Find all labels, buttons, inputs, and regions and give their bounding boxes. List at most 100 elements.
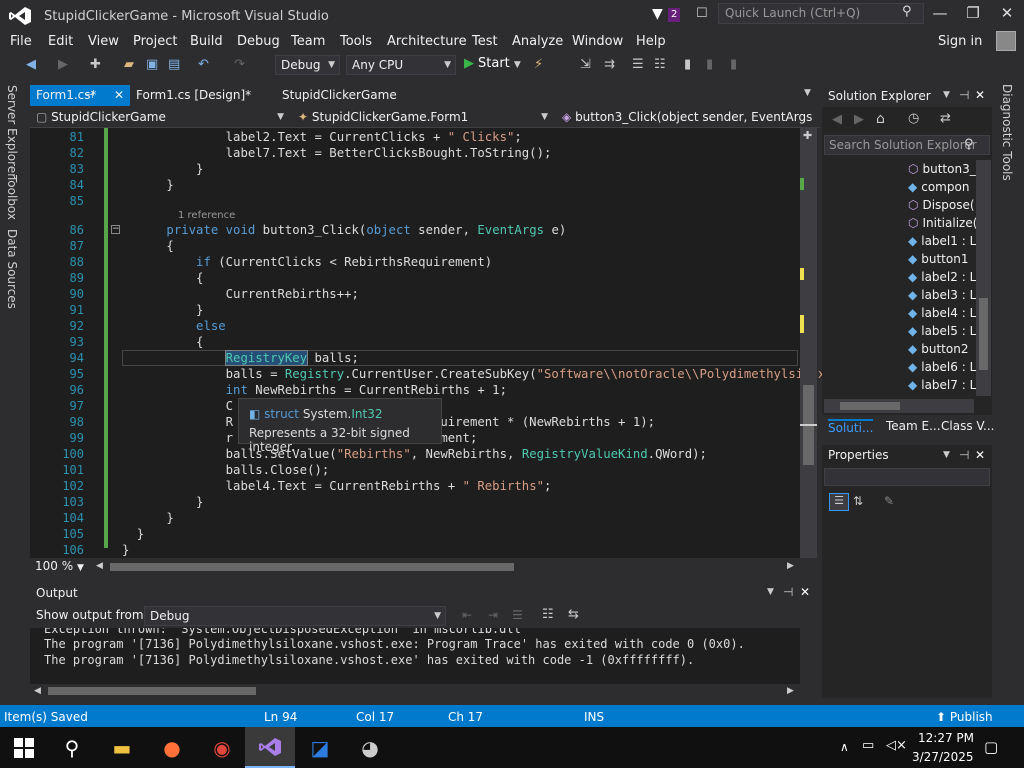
find-message-icon[interactable]: ☰	[512, 608, 523, 622]
tree-item-components[interactable]: ◆ compon	[908, 180, 976, 194]
split-editor-icon[interactable]: ✚	[803, 129, 812, 142]
new-project-icon[interactable]: ✚	[90, 57, 101, 72]
save-all-icon[interactable]: ▤	[168, 57, 180, 72]
tab-form1-cs[interactable]: Form1.cs* ⊣ ✕	[30, 85, 130, 106]
output-source-select[interactable]: Debug ▼	[144, 606, 446, 626]
codelens-references[interactable]: 1 reference	[178, 210, 235, 221]
save-icon[interactable]: ▣	[146, 57, 158, 72]
editor-horizontal-scroll-thumb[interactable]	[110, 563, 514, 571]
tree-item-label5[interactable]: ◆ label5 : L	[908, 324, 976, 338]
menu-analyze[interactable]: Analyze	[512, 34, 563, 49]
menu-architecture[interactable]: Architecture	[387, 34, 467, 49]
menu-build[interactable]: Build	[190, 34, 223, 49]
toggle-word-wrap-icon[interactable]: ⇆	[568, 607, 579, 622]
tab-solution-explorer[interactable]: Soluti...	[828, 419, 874, 435]
history-icon[interactable]: ◷	[908, 111, 919, 126]
solution-vertical-scroll-thumb[interactable]	[979, 298, 988, 370]
menu-view[interactable]: View	[88, 34, 119, 49]
outdent-icon[interactable]: ☷	[654, 57, 666, 72]
close-panel-icon[interactable]: ✕	[975, 88, 985, 102]
go-to-next-message-icon[interactable]: ⇥	[488, 608, 498, 622]
sync-icon[interactable]: ⇄	[940, 111, 951, 126]
show-hidden-icons-chevron-icon[interactable]: ∧	[840, 740, 849, 754]
file-explorer-icon[interactable]: ▬	[108, 735, 136, 761]
firefox-icon[interactable]: ●	[158, 735, 186, 761]
paint-app-icon[interactable]: ◉	[208, 735, 236, 761]
menu-team[interactable]: Team	[291, 34, 325, 49]
blueprint-app-icon[interactable]: ◪	[306, 735, 334, 761]
tree-item-label2[interactable]: ◆ label2 : L	[908, 270, 976, 284]
tab-diagnostic-tools[interactable]: Diagnostic Tools	[1000, 84, 1014, 181]
quick-launch-input[interactable]: Quick Launch (Ctrl+Q)	[718, 3, 924, 24]
tree-item-initialize[interactable]: ⬡ Initialize(	[908, 216, 976, 230]
forward-icon[interactable]: ▶	[58, 57, 68, 72]
speaker-muted-icon[interactable]: ◁×	[886, 738, 907, 753]
taskbar-clock-time[interactable]: 12:27 PM	[918, 731, 974, 745]
restore-icon[interactable]: ❐	[963, 4, 983, 22]
menu-window[interactable]: Window	[572, 34, 623, 49]
indent-icon[interactable]: ☰	[632, 57, 644, 72]
tree-item-dispose[interactable]: ⬡ Dispose(	[908, 198, 976, 212]
scroll-left-icon[interactable]: ◀	[34, 686, 41, 696]
browser-link-icon[interactable]: ⚡	[534, 57, 543, 72]
editor-vertical-scrollbar[interactable]	[800, 128, 817, 558]
step-over-icon[interactable]: ⇉	[604, 57, 615, 72]
panel-options-chevron-icon[interactable]: ▼	[943, 450, 950, 460]
panel-options-chevron-icon[interactable]: ▼	[943, 90, 950, 100]
go-to-previous-message-icon[interactable]: ⇤	[462, 608, 472, 622]
scroll-right-icon[interactable]: ▶	[787, 561, 794, 571]
menu-file[interactable]: File	[10, 34, 32, 49]
solution-platform-select[interactable]: Any CPU ▼	[346, 55, 456, 75]
tree-item-label1[interactable]: ◆ label1 : L	[908, 234, 976, 248]
tab-server-explorer[interactable]: Server Explorer	[5, 85, 19, 178]
bookmark-icon[interactable]: ▮	[684, 57, 691, 72]
gimp-icon[interactable]: ◕	[356, 735, 384, 761]
search-icon[interactable]: ⚲	[902, 4, 912, 19]
property-pages-icon[interactable]: ✎	[884, 494, 894, 508]
action-center-icon[interactable]: ▢	[984, 738, 998, 756]
close-tab-icon[interactable]: ✕	[114, 85, 124, 106]
menu-debug[interactable]: Debug	[237, 34, 280, 49]
panel-options-chevron-icon[interactable]: ▼	[767, 587, 774, 597]
menu-tools[interactable]: Tools	[340, 34, 372, 49]
member-navigation-select[interactable]: ◈ button3_Click(object sender, EventArgs…	[562, 108, 814, 142]
collapse-region-icon[interactable]: −	[111, 225, 120, 234]
menu-test[interactable]: Test	[472, 34, 498, 49]
taskbar-clock-date[interactable]: 3/27/2025	[912, 750, 974, 764]
network-icon[interactable]: ▭	[862, 738, 874, 753]
tree-item-label6[interactable]: ◆ label6 : L	[908, 360, 976, 374]
tab-team-explorer[interactable]: Team E...	[886, 419, 941, 433]
forward-icon[interactable]: ▶	[854, 112, 864, 127]
feedback-icon[interactable]: ☐	[696, 6, 708, 21]
categorized-icon[interactable]: ☰	[829, 493, 849, 511]
pin-icon[interactable]: ⊣	[783, 585, 793, 599]
close-panel-icon[interactable]: ✕	[800, 585, 810, 599]
tab-data-sources[interactable]: Data Sources	[5, 229, 19, 309]
back-icon[interactable]: ◀	[26, 57, 36, 72]
output-horizontal-scroll-thumb[interactable]	[48, 687, 256, 695]
redo-icon[interactable]: ↷	[234, 57, 245, 72]
publish-button[interactable]: ⬆ Publish	[936, 710, 993, 724]
solution-horizontal-scroll-thumb[interactable]	[840, 402, 900, 410]
tree-item-label3[interactable]: ◆ label3 : L	[908, 288, 976, 302]
properties-object-select[interactable]	[824, 468, 990, 486]
notification-count-badge[interactable]: 2	[668, 8, 681, 22]
menu-edit[interactable]: Edit	[48, 34, 73, 49]
tree-item-button3-click[interactable]: ⬡ button3_	[908, 162, 976, 176]
pin-icon[interactable]: ⊣	[959, 448, 969, 462]
tree-item-label7[interactable]: ◆ label7 : L	[908, 378, 976, 392]
clear-all-icon[interactable]: ☷	[542, 607, 554, 622]
avatar[interactable]	[996, 31, 1016, 51]
tab-form1-design[interactable]: Form1.cs [Design]*	[130, 85, 257, 106]
undo-icon[interactable]: ↶	[198, 57, 209, 72]
tab-class-view[interactable]: Class V...	[941, 419, 995, 433]
home-icon[interactable]: ⌂	[876, 111, 885, 127]
zoom-level-select[interactable]: 100 % ▼	[35, 559, 84, 573]
search-icon[interactable]: ⚲	[58, 735, 86, 761]
start-debugging-button[interactable]: ▶ Start ▼	[464, 56, 521, 71]
tab-overflow-chevron-icon[interactable]: ▼	[804, 88, 811, 98]
prev-bookmark-icon[interactable]: ▮	[706, 57, 713, 72]
minimize-icon[interactable]: —	[930, 4, 950, 22]
step-into-icon[interactable]: ⇲	[580, 57, 591, 72]
close-panel-icon[interactable]: ✕	[975, 448, 985, 462]
